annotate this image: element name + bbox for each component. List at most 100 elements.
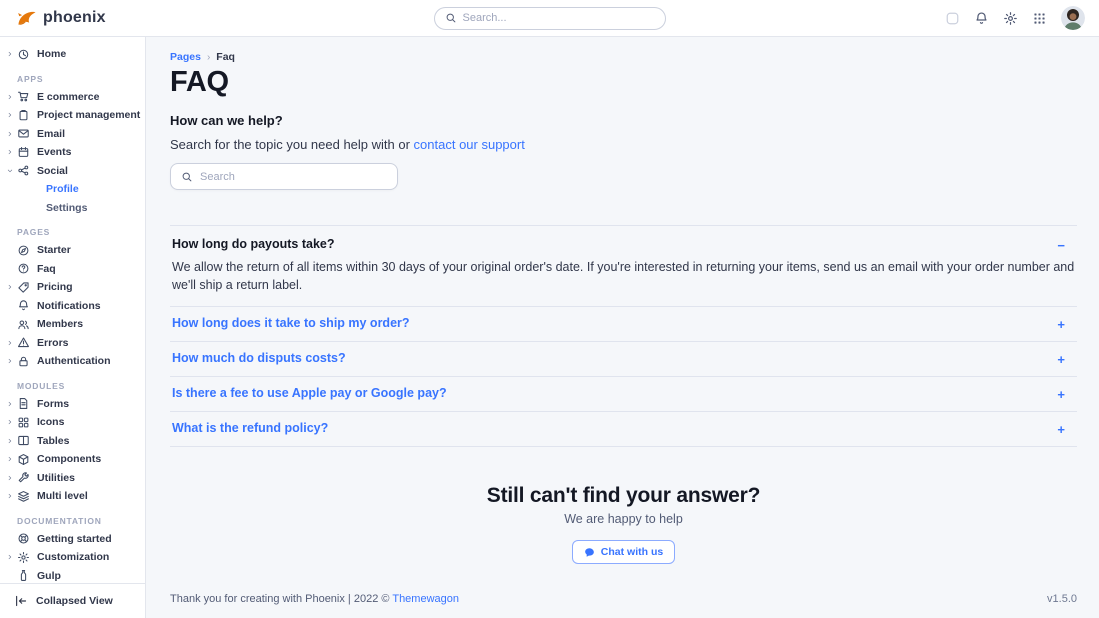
tag-icon xyxy=(17,281,30,294)
cart-icon xyxy=(17,90,30,103)
warning-triangle-icon xyxy=(17,336,30,349)
cta-subtitle: We are happy to help xyxy=(170,512,1077,526)
users-icon xyxy=(17,318,30,331)
collapse-minus-icon[interactable]: − xyxy=(1057,237,1077,252)
bell-icon xyxy=(17,299,30,312)
sidebar-item-components[interactable]: Components xyxy=(0,450,145,469)
faq-item[interactable]: How long do payouts take?−We allow the r… xyxy=(170,226,1077,307)
clipboard-icon xyxy=(17,109,30,122)
footer: Thank you for creating with Phoenix | 20… xyxy=(170,580,1077,618)
breadcrumb-pages-link[interactable]: Pages xyxy=(170,51,201,63)
sidebar-item-gulp[interactable]: Gulp xyxy=(0,567,145,584)
sidebar-item-errors[interactable]: Errors xyxy=(0,334,145,353)
global-search[interactable] xyxy=(434,7,666,30)
contact-support-link[interactable]: contact our support xyxy=(414,137,525,152)
collapse-left-icon xyxy=(14,594,28,608)
expand-plus-icon[interactable]: + xyxy=(1057,421,1077,436)
faq-item[interactable]: Is there a fee to use Apple pay or Googl… xyxy=(170,377,1077,412)
sidebar-item-multi-level[interactable]: Multi level xyxy=(0,487,145,506)
sidebar-item-pricing[interactable]: Pricing xyxy=(0,278,145,297)
faq-item[interactable]: How long does it take to ship my order? + xyxy=(170,307,1077,342)
expand-plus-icon[interactable]: + xyxy=(1057,316,1077,331)
sidebar-item-label: Social xyxy=(37,165,68,177)
sidebar-item-utilities[interactable]: Utilities xyxy=(0,469,145,488)
footer-credit: Thank you for creating with Phoenix | 20… xyxy=(170,593,459,605)
user-avatar[interactable] xyxy=(1061,6,1085,30)
faq-accordion: How long do payouts take?−We allow the r… xyxy=(170,225,1077,447)
sidebar-item-starter[interactable]: Starter xyxy=(0,241,145,260)
gear-icon xyxy=(17,551,30,564)
sidebar-item-home[interactable]: Home xyxy=(0,45,145,64)
sidebar-item-social[interactable]: Social xyxy=(0,162,145,181)
sidebar-item-members[interactable]: Members xyxy=(0,315,145,334)
lock-icon xyxy=(17,355,30,368)
sidebar-item-customization[interactable]: Customization xyxy=(0,548,145,567)
collapsed-view-label: Collapsed View xyxy=(36,595,113,607)
main-content: Pages › Faq FAQ How can we help? Search … xyxy=(146,37,1099,618)
sidebar-item-email[interactable]: Email xyxy=(0,125,145,144)
page-title: FAQ xyxy=(170,66,1077,99)
sidebar-item-profile[interactable]: Profile xyxy=(0,180,145,199)
global-search-input[interactable] xyxy=(463,12,655,24)
faq-question[interactable]: How long do payouts take? xyxy=(172,237,335,251)
faq-question[interactable]: Is there a fee to use Apple pay or Googl… xyxy=(172,386,447,400)
bottle-icon xyxy=(17,569,30,582)
sidebar-item-label: Multi level xyxy=(37,490,88,502)
file-text-icon xyxy=(17,397,30,410)
brand-logo[interactable]: phoenix xyxy=(0,9,106,28)
cta-section: Still can't find your answer? We are hap… xyxy=(170,484,1077,564)
chevron-right-icon xyxy=(6,455,15,463)
cta-title: Still can't find your answer? xyxy=(170,484,1077,508)
notifications-bell-icon[interactable] xyxy=(974,11,989,26)
faq-search[interactable] xyxy=(170,163,398,190)
sidebar-item-project-management[interactable]: Project management xyxy=(0,106,145,125)
sidebar-item-label: Project management xyxy=(37,109,140,121)
search-icon xyxy=(445,12,457,24)
table-icon xyxy=(17,434,30,447)
sidebar-item-label: Icons xyxy=(37,416,64,428)
chevron-down-icon xyxy=(6,167,15,175)
sidebar-item-label: Home xyxy=(37,48,66,60)
chat-bubble-icon xyxy=(584,547,595,558)
apps-grid-icon[interactable] xyxy=(1032,11,1047,26)
faq-item[interactable]: What is the refund policy? + xyxy=(170,412,1077,447)
chat-with-us-button[interactable]: Chat with us xyxy=(572,540,675,564)
calendar-icon xyxy=(17,146,30,159)
faq-item[interactable]: How much do disputs costs? + xyxy=(170,342,1077,377)
sidebar-item-tables[interactable]: Tables xyxy=(0,432,145,451)
sidebar-item-authentication[interactable]: Authentication xyxy=(0,352,145,371)
app-version: v1.5.0 xyxy=(1047,593,1077,605)
breadcrumb-current: Faq xyxy=(216,51,235,63)
sidebar-section-label: MODULES xyxy=(0,371,145,395)
layers-icon xyxy=(17,490,30,503)
sidebar-item-label: Tables xyxy=(37,435,69,447)
themewagon-link[interactable]: Themewagon xyxy=(392,593,459,605)
brand-name: phoenix xyxy=(43,9,106,27)
sidebar-item-label: Components xyxy=(37,453,101,465)
theme-toggle-icon[interactable] xyxy=(945,11,960,26)
sidebar-item-getting-started[interactable]: Getting started xyxy=(0,530,145,549)
expand-plus-icon[interactable]: + xyxy=(1057,351,1077,366)
sidebar-item-faq[interactable]: Faq xyxy=(0,260,145,279)
settings-gear-icon[interactable] xyxy=(1003,11,1018,26)
sidebar-item-icons[interactable]: Icons xyxy=(0,413,145,432)
faq-question[interactable]: How long does it take to ship my order? xyxy=(172,316,410,330)
faq-search-input[interactable] xyxy=(200,171,387,183)
sidebar-item-label: Faq xyxy=(37,263,56,275)
sidebar-item-e-commerce[interactable]: E commerce xyxy=(0,88,145,107)
sidebar-item-label: Events xyxy=(37,146,71,158)
faq-question[interactable]: How much do disputs costs? xyxy=(172,351,346,365)
sidebar-item-label: Starter xyxy=(37,244,71,256)
collapsed-view-toggle[interactable]: Collapsed View xyxy=(0,583,145,618)
chevron-right-icon xyxy=(6,111,15,119)
sidebar-item-settings[interactable]: Settings xyxy=(0,199,145,218)
sidebar-item-forms[interactable]: Forms xyxy=(0,395,145,414)
chevron-right-icon xyxy=(6,130,15,138)
expand-plus-icon[interactable]: + xyxy=(1057,386,1077,401)
grid-icon xyxy=(17,416,30,429)
sidebar-item-notifications[interactable]: Notifications xyxy=(0,297,145,316)
top-navbar: phoenix xyxy=(0,0,1099,37)
sidebar-section-label: PAGES xyxy=(0,217,145,241)
faq-question[interactable]: What is the refund policy? xyxy=(172,421,328,435)
sidebar-item-events[interactable]: Events xyxy=(0,143,145,162)
